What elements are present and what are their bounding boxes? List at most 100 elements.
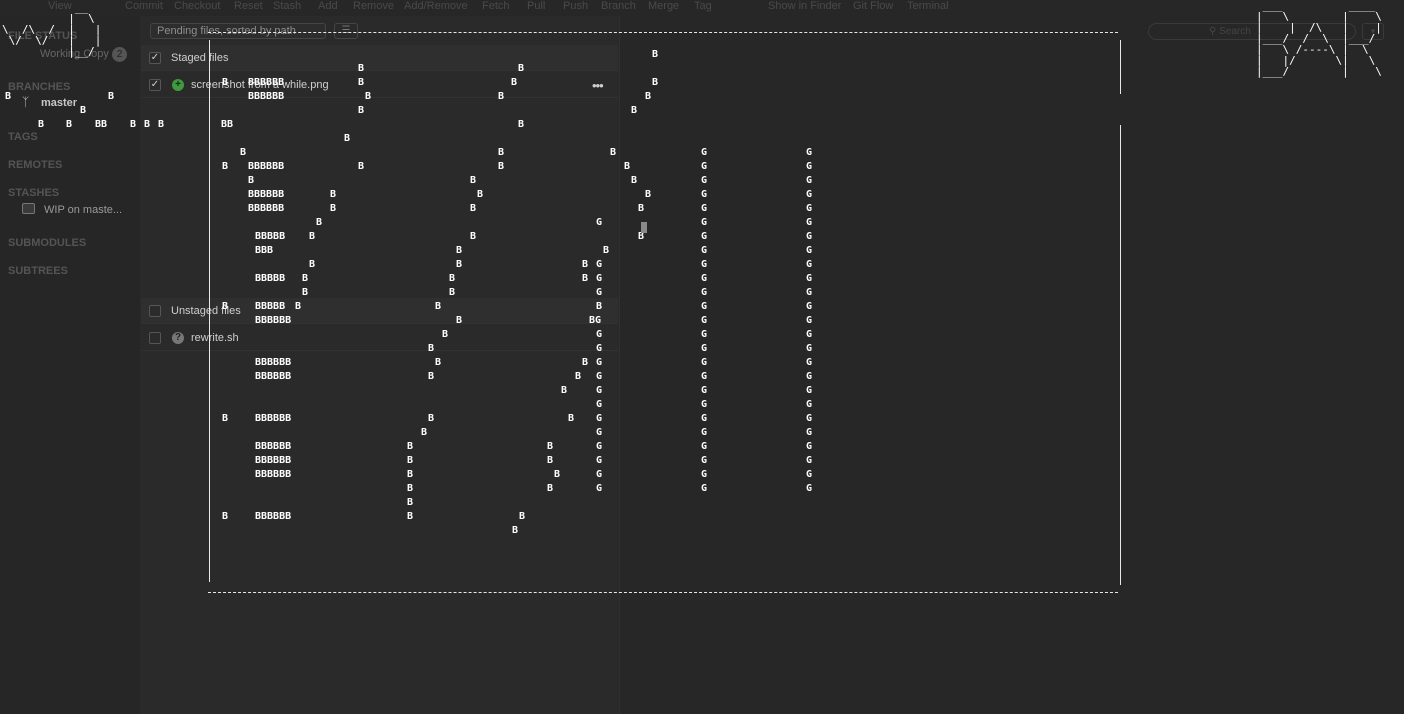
game-tile-g: G xyxy=(806,385,813,396)
right-wall-bottom xyxy=(1120,125,1121,585)
game-tile-g: G xyxy=(701,259,708,270)
game-tile-g: G xyxy=(806,175,813,186)
game-tile-b: B xyxy=(222,301,229,312)
game-tile-g: G xyxy=(806,147,813,158)
game-tile-g: G xyxy=(596,329,603,340)
toolbar-branch[interactable]: Branch xyxy=(601,0,636,12)
logo-art-left: __ | \ \ /\ / | | \/ \/ | | |__/ xyxy=(2,1,102,58)
unstaged-files-checkbox[interactable] xyxy=(149,305,161,317)
branches-header: BRANCHES xyxy=(8,81,71,93)
game-tile-g: G xyxy=(806,343,813,354)
toolbar-checkout[interactable]: Checkout xyxy=(174,0,220,12)
remotes-header: REMOTES xyxy=(8,159,63,171)
search-placeholder: Search xyxy=(1219,26,1251,37)
game-tile-g: G xyxy=(596,259,603,270)
game-tile-b: B xyxy=(547,455,554,466)
sidebar-item-master[interactable]: master xyxy=(41,97,77,109)
game-tile-b: B xyxy=(603,245,610,256)
game-tile-b: B xyxy=(222,413,229,424)
game-tile-g: G xyxy=(806,371,813,382)
game-tile-b: B xyxy=(358,105,365,116)
unstaged-file-checkbox[interactable] xyxy=(149,332,161,344)
toolbar-reset[interactable]: Reset xyxy=(234,0,263,12)
game-tile-b: B xyxy=(407,455,414,466)
toolbar-terminal[interactable]: Terminal xyxy=(907,0,949,12)
game-tile-b: B xyxy=(80,105,87,116)
game-tile-b: B xyxy=(428,371,435,382)
toolbar-pull[interactable]: Pull xyxy=(527,0,545,12)
game-tile-b: B xyxy=(596,301,603,312)
game-tile-g: G xyxy=(701,441,708,452)
game-tile-b: B xyxy=(421,427,428,438)
game-tile-g: G xyxy=(806,357,813,368)
staged-file-checkbox[interactable]: ✓ xyxy=(149,79,161,91)
game-tile-b: B xyxy=(316,217,323,228)
game-tile-g: G xyxy=(596,427,603,438)
game-tile-b: B xyxy=(66,119,73,130)
game-tile-b: BBBBBB xyxy=(255,413,292,424)
game-tile-g: G xyxy=(701,385,708,396)
sidebar-item-stash[interactable]: WIP on maste... xyxy=(44,204,122,216)
game-tile-b: B xyxy=(358,77,365,88)
game-tile-g: G xyxy=(806,441,813,452)
game-tile-b: B xyxy=(582,273,589,284)
toolbar-commit[interactable]: Commit xyxy=(125,0,163,12)
game-tile-g: G xyxy=(701,189,708,200)
game-tile-g: G xyxy=(596,455,603,466)
game-tile-g: G xyxy=(701,301,708,312)
game-tile-b: B xyxy=(456,245,463,256)
game-tile-g: G xyxy=(701,217,708,228)
toolbar-push[interactable]: Push xyxy=(563,0,588,12)
game-tile-b: B xyxy=(470,203,477,214)
game-tile-g: G xyxy=(806,203,813,214)
game-tile-b: B xyxy=(610,147,617,158)
game-tile-b: B xyxy=(547,483,554,494)
untracked-status-icon: ? xyxy=(172,332,184,344)
logo-art-right: ___ ____ | \ | \ | | /\ | | |___/ / \ |_… xyxy=(1256,0,1382,78)
game-tile-b: BB xyxy=(221,119,234,130)
game-tile-g: G xyxy=(701,315,708,326)
toolbar: View Commit Checkout Reset Stash Add Rem… xyxy=(0,0,1404,16)
subtrees-header: SUBTREES xyxy=(8,265,68,277)
toolbar-git-flow[interactable]: Git Flow xyxy=(853,0,893,12)
game-tile-b: B xyxy=(624,161,631,172)
game-tile-b: BBBBBB xyxy=(255,315,292,326)
working-copy-count-badge: 2 xyxy=(112,47,127,62)
game-tile-b: B xyxy=(330,189,337,200)
toolbar-remove[interactable]: Remove xyxy=(353,0,394,12)
game-tile-b: B xyxy=(5,91,12,102)
toolbar-add[interactable]: Add xyxy=(318,0,338,12)
game-tile-b: BBBBBB xyxy=(248,203,285,214)
game-tile-b: B xyxy=(547,441,554,452)
game-tile-b: B xyxy=(631,105,638,116)
game-tile-g: G xyxy=(806,287,813,298)
toolbar-merge[interactable]: Merge xyxy=(648,0,679,12)
game-tile-b: B xyxy=(428,413,435,424)
game-tile-b: B xyxy=(652,49,659,60)
game-tile-g: G xyxy=(596,357,603,368)
tags-header: TAGS xyxy=(8,131,38,143)
game-tile-g: G xyxy=(701,287,708,298)
game-tile-b: B xyxy=(295,301,302,312)
game-tile-b: B xyxy=(428,343,435,354)
toolbar-fetch[interactable]: Fetch xyxy=(482,0,510,12)
game-tile-b: B xyxy=(407,441,414,452)
game-tile-b: B xyxy=(631,175,638,186)
game-tile-g: G xyxy=(701,357,708,368)
left-wall xyxy=(209,40,210,582)
branch-icon: ᛉ xyxy=(22,95,30,109)
game-tile-b: B xyxy=(407,511,414,522)
game-tile-b: B xyxy=(407,469,414,480)
toolbar-stash[interactable]: Stash xyxy=(273,0,301,12)
game-tile-g: G xyxy=(701,329,708,340)
game-tile-b: B xyxy=(435,357,442,368)
staged-files-checkbox[interactable]: ✓ xyxy=(149,52,161,64)
game-tile-g: G xyxy=(701,231,708,242)
game-tile-b: B xyxy=(575,371,582,382)
toolbar-tag[interactable]: Tag xyxy=(694,0,712,12)
game-tile-g: G xyxy=(806,315,813,326)
toolbar-show-in-finder[interactable]: Show in Finder xyxy=(768,0,841,12)
game-tile-b: BBBBBB xyxy=(248,161,285,172)
game-tile-b: B xyxy=(518,63,525,74)
toolbar-add-remove[interactable]: Add/Remove xyxy=(404,0,468,12)
